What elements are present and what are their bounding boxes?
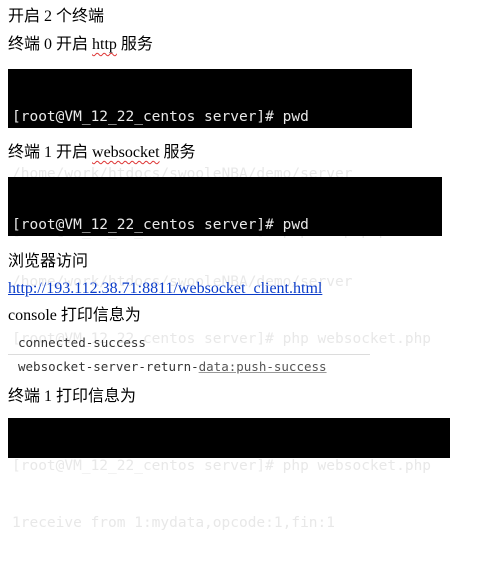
terminal-0-line: [root@VM_12_22_centos server]# pwd xyxy=(12,109,309,125)
console-data-link[interactable]: data:push-success xyxy=(199,359,327,374)
websocket-word: websocket xyxy=(92,144,160,161)
terminal-0-output: [root@VM_12_22_centos server]# pwd /home… xyxy=(8,69,412,239)
http-word: http xyxy=(92,36,117,53)
step-terminal1-prefix: 终端 1 开启 xyxy=(8,144,93,161)
terminal-2-line: 1receive from 1:mydata,opcode:1,fin:1 xyxy=(12,515,336,531)
terminal-2-line: [root@VM_12_22_centos server]# php webso… xyxy=(12,458,432,474)
step-browser-visit: 浏览器访问 xyxy=(8,253,89,270)
step-open-terminals: 开启 2 个终端 xyxy=(8,8,105,25)
step-terminal1-output: 终端 1 打印信息为 xyxy=(8,388,137,405)
url-line: http://193.112.38.71:8811/websocket_clie… xyxy=(8,279,322,299)
terminal-1-output: [root@VM_12_22_centos server]# pwd /home… xyxy=(8,177,442,347)
console-line-return: websocket-server-return-data:push-succes… xyxy=(8,356,370,378)
console-line-connected: connected-success xyxy=(8,332,370,355)
step-terminal0-http: 终端 0 开启 http 服务 xyxy=(8,35,153,55)
websocket-client-link[interactable]: http://193.112.38.71:8811/websocket_clie… xyxy=(8,280,322,297)
step-terminal0-prefix: 终端 0 开启 xyxy=(8,36,93,53)
step-terminal1-websocket: 终端 1 开启 websocket 服务 xyxy=(8,143,196,163)
step-console-output: console 打印信息为 xyxy=(8,307,141,324)
console-return-prefix: websocket-server-return- xyxy=(18,359,199,374)
terminal-1-line: [root@VM_12_22_centos server]# pwd xyxy=(12,217,309,233)
terminal-2-output: [root@VM_12_22_centos server]# php webso… xyxy=(8,418,450,531)
step-terminal1-suffix: 服务 xyxy=(159,144,196,161)
step-terminal0-suffix: 服务 xyxy=(116,36,153,53)
